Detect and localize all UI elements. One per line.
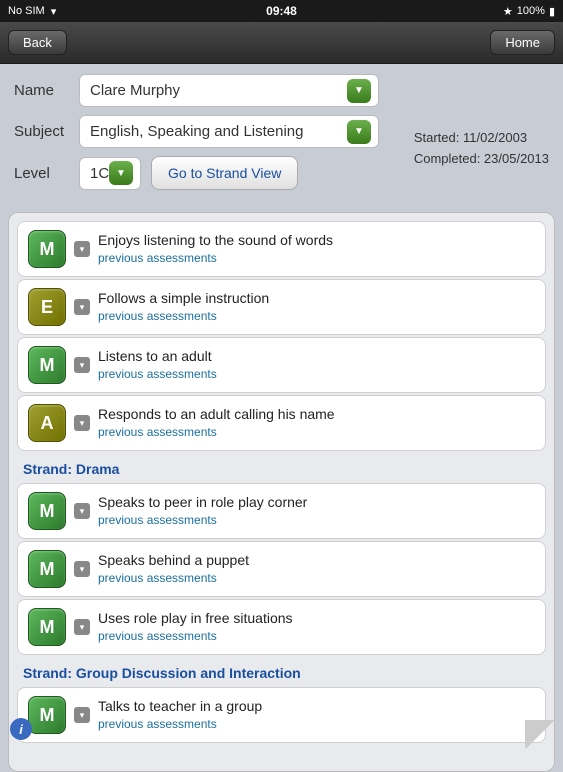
assessment-list[interactable]: M ▾ Enjoys listening to the sound of words…: [8, 212, 555, 772]
subject-select[interactable]: English, Speaking and Listening: [79, 115, 379, 148]
item-title: Follows a simple instruction: [98, 289, 535, 307]
item-text-area: Enjoys listening to the sound of words pr…: [98, 231, 535, 267]
list-item: A ▾ Responds to an adult calling his name p…: [17, 395, 546, 451]
level-label: Level: [14, 165, 79, 182]
strand-view-button[interactable]: Go to Strand View: [151, 156, 298, 190]
assessment-badge: M: [28, 230, 66, 268]
list-item: M ▾ Talks to teacher in a group previous as…: [17, 687, 546, 743]
level-controls: 1C ▼ Go to Strand View: [79, 156, 298, 190]
assessment-badge: M: [28, 608, 66, 646]
assessment-badge: E: [28, 288, 66, 326]
chevron-down-icon[interactable]: ▾: [74, 241, 90, 257]
status-time: 09:48: [266, 4, 297, 18]
carrier-label: No SIM: [8, 5, 45, 17]
item-title: Speaks to peer in role play corner: [98, 493, 535, 511]
item-text-area: Listens to an adult previous assessments: [98, 347, 535, 383]
chevron-down-icon[interactable]: ▾: [74, 415, 90, 431]
item-text-area: Speaks to peer in role play corner previo…: [98, 493, 535, 529]
subject-label: Subject: [14, 123, 79, 140]
item-title: Enjoys listening to the sound of words: [98, 231, 535, 249]
item-text-area: Speaks behind a puppet previous assessmen…: [98, 551, 535, 587]
level-select-wrapper: 1C ▼: [79, 157, 141, 190]
item-title: Uses role play in free situations: [98, 609, 535, 627]
list-item: M ▾ Enjoys listening to the sound of words…: [17, 221, 546, 277]
status-bar: No SIM ▾ 09:48 ★ 100% ▮: [0, 0, 563, 22]
chevron-down-icon[interactable]: ▾: [74, 357, 90, 373]
back-button[interactable]: Back: [8, 30, 67, 55]
assessment-badge: A: [28, 404, 66, 442]
previous-assessments-link[interactable]: previous assessments: [98, 309, 217, 323]
dates-area: Started: 11/02/2003 Completed: 23/05/201…: [414, 128, 549, 170]
list-item: M ▾ Speaks to peer in role play corner prev…: [17, 483, 546, 539]
name-row: Name Clare Murphy ▼: [14, 74, 549, 107]
previous-assessments-link[interactable]: previous assessments: [98, 571, 217, 585]
started-label: Started: 11/02/2003: [414, 128, 549, 149]
item-title: Speaks behind a puppet: [98, 551, 535, 569]
strand-label: Strand: Drama: [9, 453, 554, 481]
item-text-area: Responds to an adult calling his name pre…: [98, 405, 535, 441]
previous-assessments-link[interactable]: previous assessments: [98, 251, 217, 265]
name-label: Name: [14, 82, 79, 99]
item-text-area: Follows a simple instruction previous ass…: [98, 289, 535, 325]
status-left: No SIM ▾: [8, 5, 56, 18]
list-item: E ▾ Follows a simple instruction previous a…: [17, 279, 546, 335]
subject-select-wrapper: English, Speaking and Listening ▼: [79, 115, 379, 148]
item-title: Responds to an adult calling his name: [98, 405, 535, 423]
chevron-down-icon[interactable]: ▾: [74, 299, 90, 315]
name-select-wrapper: Clare Murphy ▼: [79, 74, 379, 107]
chevron-down-icon[interactable]: ▾: [74, 561, 90, 577]
list-item: M ▾ Uses role play in free situations previ…: [17, 599, 546, 655]
assessment-badge: M: [28, 696, 66, 734]
strand-label: Strand: Group Discussion and Interaction: [9, 657, 554, 685]
item-text-area: Uses role play in free situations previou…: [98, 609, 535, 645]
nav-bar: Back Home: [0, 22, 563, 64]
battery-icon: ★: [503, 5, 513, 18]
list-item: M ▾ Speaks behind a puppet previous assessm…: [17, 541, 546, 597]
info-icon[interactable]: i: [10, 718, 32, 740]
item-title: Talks to teacher in a group: [98, 697, 535, 715]
item-text-area: Talks to teacher in a group previous asse…: [98, 697, 535, 733]
previous-assessments-link[interactable]: previous assessments: [98, 629, 217, 643]
battery-label: 100%: [517, 5, 545, 17]
previous-assessments-link[interactable]: previous assessments: [98, 717, 217, 731]
name-select[interactable]: Clare Murphy: [79, 74, 379, 107]
assessment-badge: M: [28, 550, 66, 588]
item-title: Listens to an adult: [98, 347, 535, 365]
previous-assessments-link[interactable]: previous assessments: [98, 513, 217, 527]
list-item: M ▾ Listens to an adult previous assessment…: [17, 337, 546, 393]
status-right: ★ 100% ▮: [503, 5, 555, 18]
chevron-down-icon[interactable]: ▾: [74, 619, 90, 635]
previous-assessments-link[interactable]: previous assessments: [98, 425, 217, 439]
wifi-icon: ▾: [51, 5, 57, 18]
chevron-down-icon[interactable]: ▾: [74, 707, 90, 723]
form-area: Name Clare Murphy ▼ Subject English, Spe…: [0, 64, 563, 208]
assessment-badge: M: [28, 346, 66, 384]
home-button[interactable]: Home: [490, 30, 555, 55]
level-select[interactable]: 1C: [79, 157, 141, 190]
chevron-down-icon[interactable]: ▾: [74, 503, 90, 519]
completed-label: Completed: 23/05/2013: [414, 149, 549, 170]
previous-assessments-link[interactable]: previous assessments: [98, 367, 217, 381]
battery-graphic: ▮: [549, 5, 555, 18]
assessment-badge: M: [28, 492, 66, 530]
